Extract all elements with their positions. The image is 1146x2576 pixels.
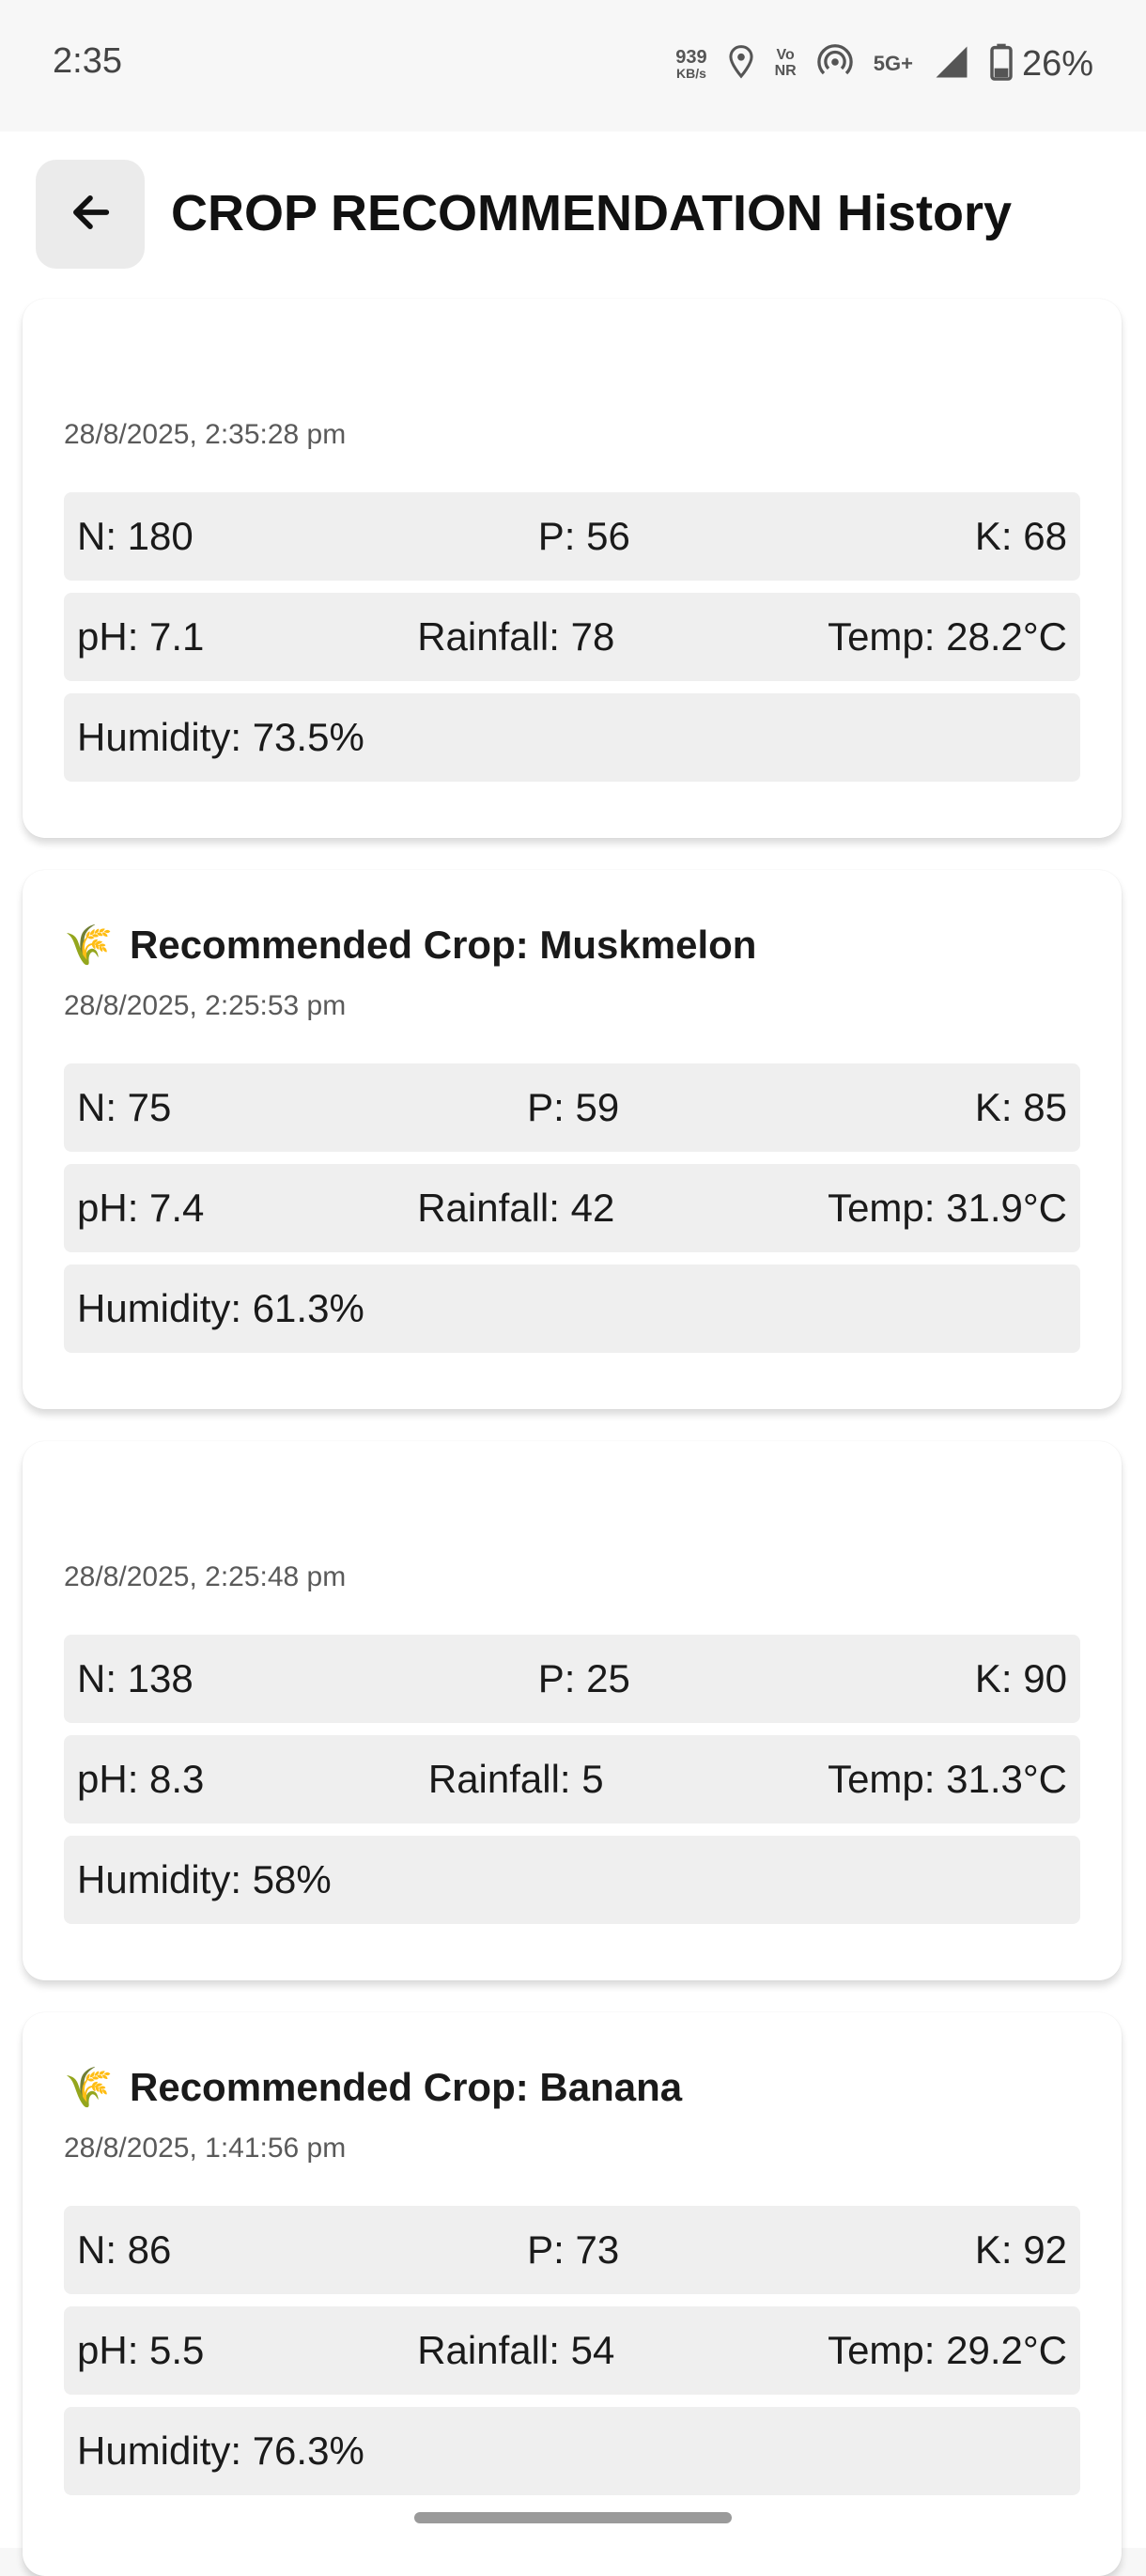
phosphorus-value: P: 56 <box>537 514 630 558</box>
recommended-crop: Recommended Crop: Banana <box>130 2065 683 2109</box>
humidity-value: Humidity: 73.5% <box>77 715 364 759</box>
recommended-crop: Recommended Crop: Muskmelon <box>130 923 757 967</box>
location-icon <box>728 44 754 84</box>
npk-row: N: 75 P: 59 K: 85 <box>64 1063 1080 1152</box>
nitrogen-value: N: 180 <box>77 514 194 558</box>
record-timestamp: 28/8/2025, 1:41:56 pm <box>64 2133 347 2164</box>
humidity-value: Humidity: 61.3% <box>77 1286 364 1330</box>
humidity-row: Humidity: 58% <box>64 1836 1080 1924</box>
ph-value: pH: 7.4 <box>77 1186 205 1230</box>
history-card[interactable]: 28/8/2025, 2:25:48 pm N: 138 P: 25 K: 90… <box>23 1441 1122 1980</box>
record-timestamp: 28/8/2025, 2:35:28 pm <box>64 419 347 450</box>
battery-icon <box>990 43 1013 85</box>
arrow-left-icon <box>66 188 115 241</box>
history-screen: CROP RECOMMENDATION History 28/8/2025, 2… <box>0 132 1146 2576</box>
rice-sheaf-icon: 🌾 <box>64 922 114 967</box>
history-card[interactable]: 28/8/2025, 2:35:28 pm N: 180 P: 56 K: 68… <box>23 299 1122 838</box>
back-button[interactable] <box>36 160 145 269</box>
climate-row: pH: 7.1 Rainfall: 78 Temp: 28.2°C <box>64 593 1080 681</box>
hotspot-icon <box>816 43 853 85</box>
temperature-value: Temp: 29.2°C <box>828 2328 1067 2372</box>
npk-row: N: 86 P: 73 K: 92 <box>64 2206 1080 2294</box>
humidity-row: Humidity: 76.3% <box>64 2407 1080 2495</box>
record-timestamp: 28/8/2025, 2:25:53 pm <box>64 990 347 1021</box>
status-time: 2:35 <box>53 41 122 81</box>
nitrogen-value: N: 138 <box>77 1656 194 1700</box>
crop-header: 🌾 Recommended Crop: Banana <box>64 2059 682 2116</box>
rainfall-value: Rainfall: 54 <box>417 2328 615 2372</box>
rainfall-value: Rainfall: 5 <box>427 1757 604 1801</box>
signal-icon <box>934 44 969 85</box>
potassium-value: K: 92 <box>974 2227 1067 2272</box>
temperature-value: Temp: 28.2°C <box>828 614 1067 659</box>
record-timestamp: 28/8/2025, 2:25:48 pm <box>64 1561 347 1592</box>
npk-row: N: 138 P: 25 K: 90 <box>64 1635 1080 1723</box>
rainfall-value: Rainfall: 42 <box>417 1186 615 1230</box>
network-speed-unit: KB/s <box>675 66 706 81</box>
humidity-value: Humidity: 76.3% <box>77 2429 364 2473</box>
status-icons: 939 KB/s Vo NR 5G+ 26% <box>675 38 1093 90</box>
npk-row: N: 180 P: 56 K: 68 <box>64 492 1080 581</box>
rainfall-value: Rainfall: 78 <box>417 614 615 659</box>
nitrogen-value: N: 75 <box>77 1085 172 1129</box>
network-speed-value: 939 <box>675 47 707 68</box>
phosphorus-value: P: 25 <box>537 1656 630 1700</box>
vonr-bottom-text: NR <box>774 63 797 79</box>
temperature-value: Temp: 31.3°C <box>828 1757 1067 1801</box>
phosphorus-value: P: 59 <box>527 1085 620 1129</box>
ph-value: pH: 5.5 <box>77 2328 205 2372</box>
network-speed: 939 KB/s <box>675 48 706 80</box>
humidity-value: Humidity: 58% <box>77 1857 332 1901</box>
humidity-row: Humidity: 61.3% <box>64 1265 1080 1353</box>
ph-value: pH: 7.1 <box>77 614 205 659</box>
vonr-icon: Vo NR <box>774 47 797 80</box>
rice-sheaf-icon: 🌾 <box>64 2064 114 2109</box>
potassium-value: K: 90 <box>974 1656 1067 1700</box>
potassium-value: K: 85 <box>974 1085 1067 1129</box>
nitrogen-value: N: 86 <box>77 2227 172 2272</box>
temperature-value: Temp: 31.9°C <box>828 1186 1067 1230</box>
status-bar: 2:35 939 KB/s Vo NR 5G+ 26% <box>0 0 1146 132</box>
climate-row: pH: 7.4 Rainfall: 42 Temp: 31.9°C <box>64 1164 1080 1252</box>
crop-header: 🌾 Recommended Crop: Muskmelon <box>64 917 756 973</box>
network-type: 5G+ <box>873 52 913 75</box>
history-card[interactable]: 🌾 Recommended Crop: Banana 28/8/2025, 1:… <box>23 2012 1122 2576</box>
home-indicator[interactable] <box>414 2512 732 2523</box>
history-card[interactable]: 🌾 Recommended Crop: Muskmelon 28/8/2025,… <box>23 870 1122 1409</box>
crop-header <box>64 346 130 402</box>
ph-value: pH: 8.3 <box>77 1757 205 1801</box>
potassium-value: K: 68 <box>974 514 1067 558</box>
crop-header <box>64 1488 130 1544</box>
humidity-row: Humidity: 73.5% <box>64 693 1080 782</box>
climate-row: pH: 5.5 Rainfall: 54 Temp: 29.2°C <box>64 2306 1080 2395</box>
climate-row: pH: 8.3 Rainfall: 5 Temp: 31.3°C <box>64 1735 1080 1823</box>
battery-percent: 26% <box>1021 43 1093 84</box>
vonr-top-text: Vo <box>776 47 795 64</box>
phosphorus-value: P: 73 <box>527 2227 620 2272</box>
page-title: CROP RECOMMENDATION History <box>171 185 1013 241</box>
